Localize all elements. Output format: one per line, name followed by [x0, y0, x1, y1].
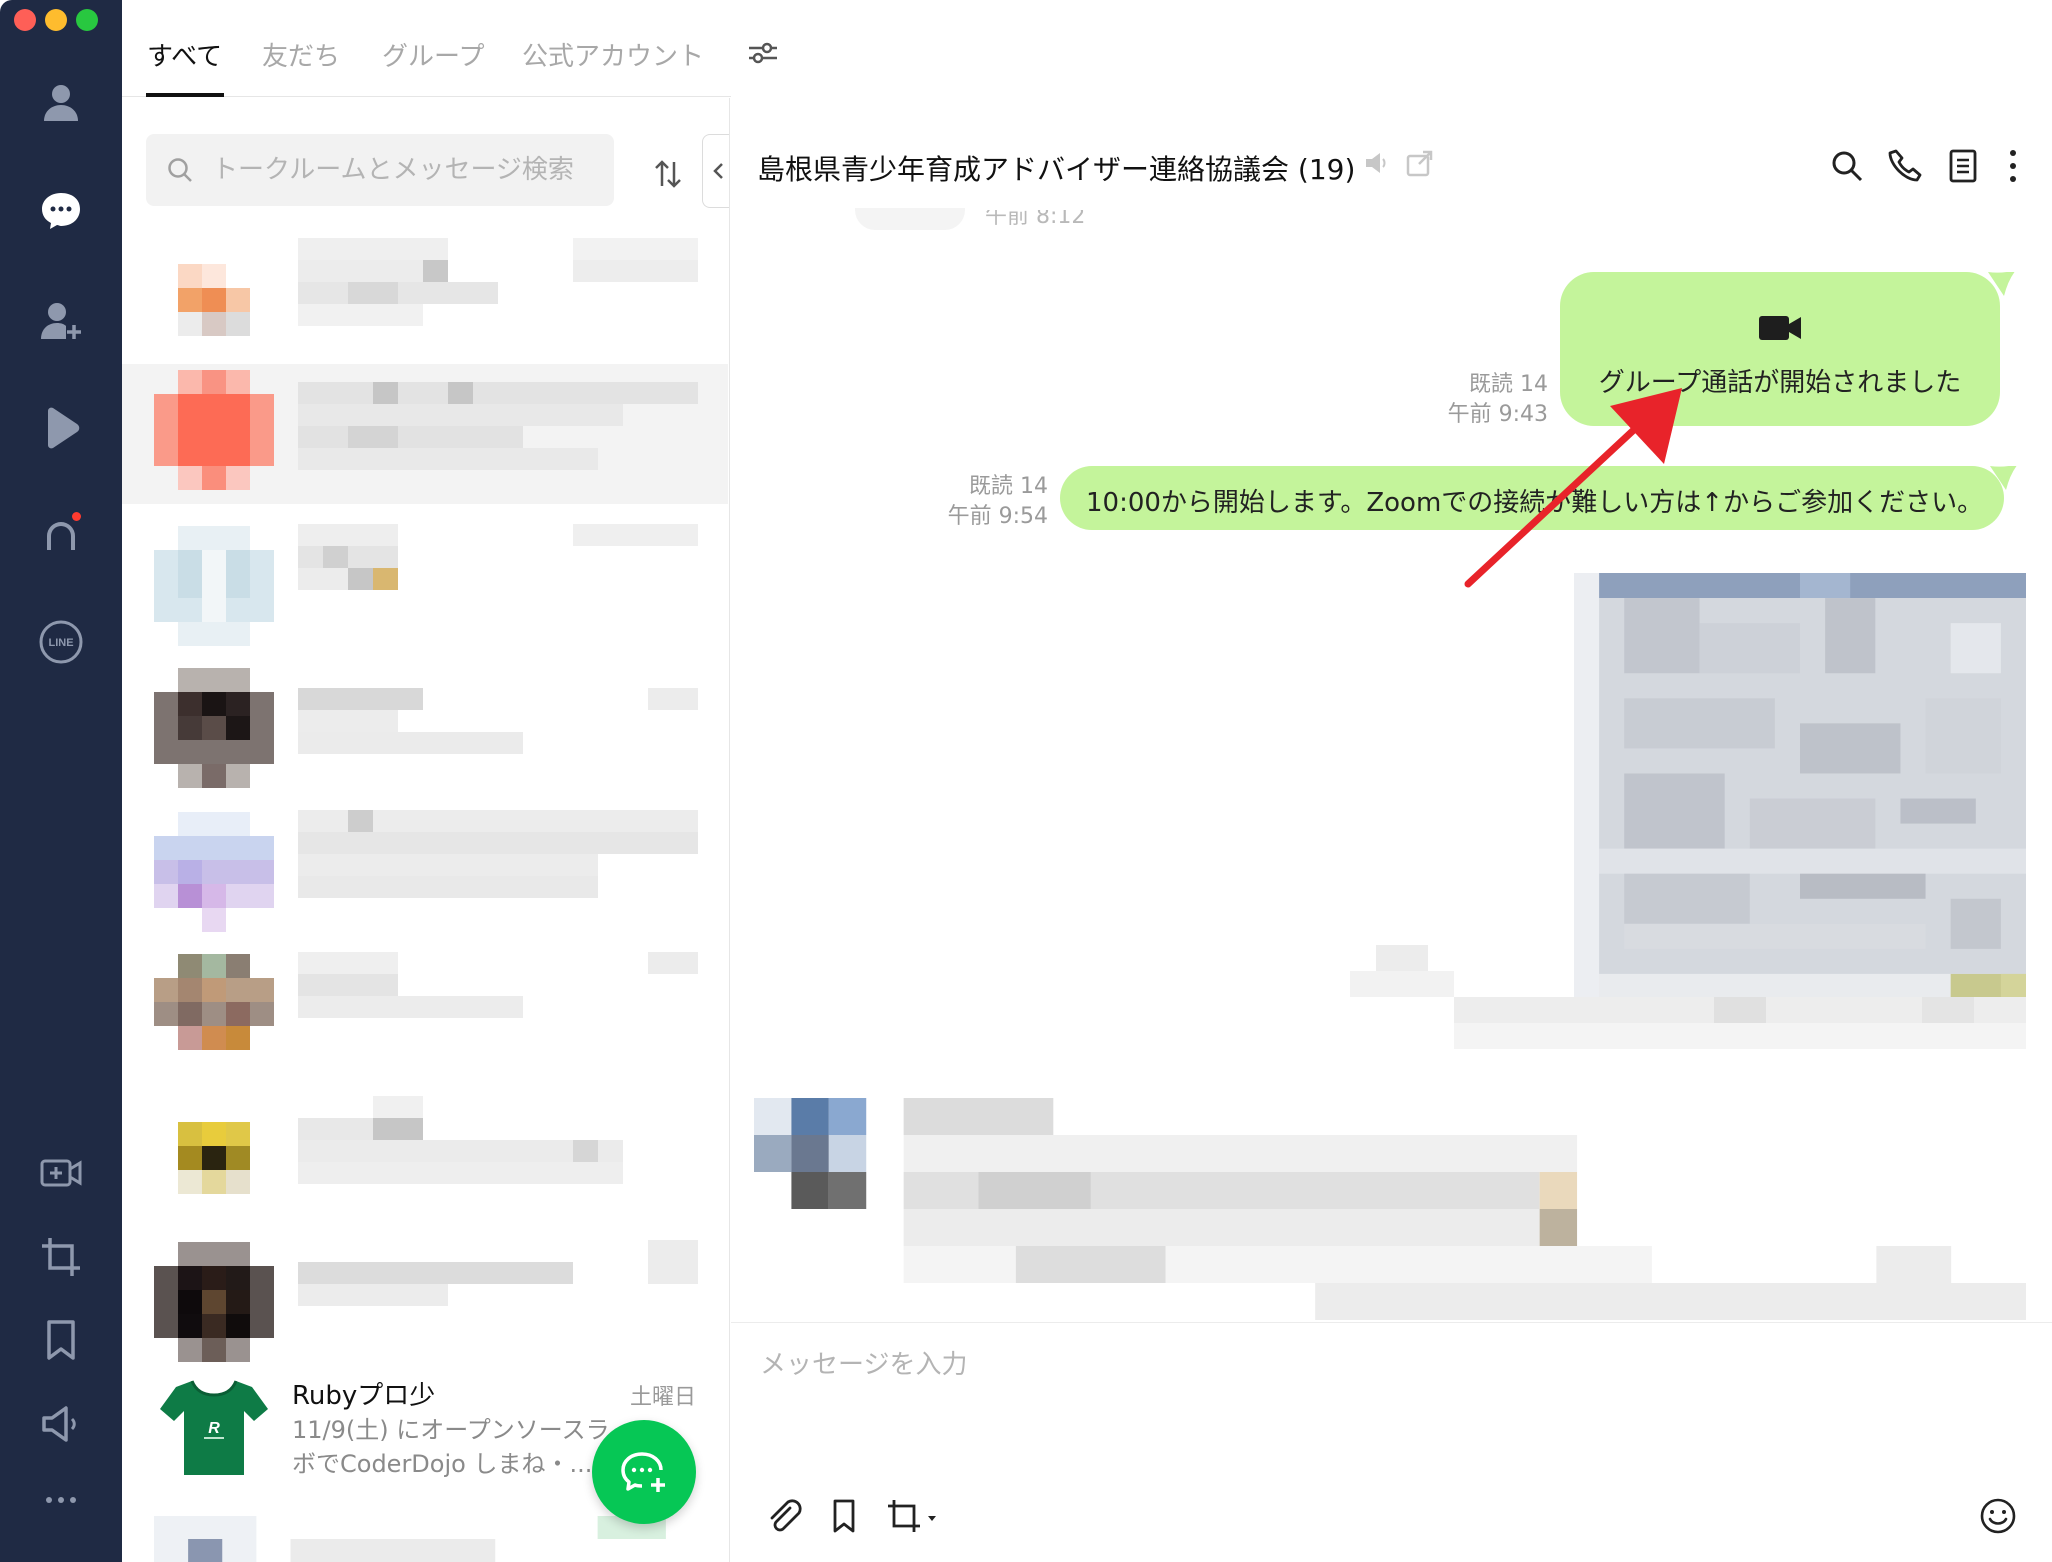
blurred-message-preview: [298, 810, 698, 898]
composer-divider: [731, 1322, 2052, 1323]
sort-icon[interactable]: [652, 158, 684, 190]
chat-name: Rubyプロ少: [292, 1381, 436, 1411]
message-input[interactable]: [760, 1340, 2000, 1390]
popout-window-icon[interactable]: [1405, 150, 1435, 178]
list-tabs: すべて 友だち グループ 公式アカウント: [122, 0, 777, 97]
new-chat-icon: [621, 1452, 665, 1492]
search-box: [146, 134, 614, 206]
tab-official[interactable]: 公式アカウント: [522, 36, 704, 73]
play-icon[interactable]: [33, 400, 89, 456]
clipped-previous-bubble: [855, 208, 965, 230]
screenshot-icon[interactable]: [33, 1229, 89, 1285]
keep-bookmark-icon[interactable]: [824, 1496, 864, 1536]
blurred-chat-row: [154, 1516, 666, 1562]
blurred-message-preview: [298, 1096, 623, 1184]
bubble-tail: [1990, 466, 2017, 490]
screenshot-dropdown-icon[interactable]: [884, 1496, 940, 1536]
video-camera-icon: [1759, 316, 1801, 340]
bubble-tail: [1988, 272, 2015, 296]
blurred-avatar: [154, 526, 274, 646]
collapse-list-button[interactable]: [702, 134, 729, 208]
video-call-icon[interactable]: [33, 1145, 89, 1201]
minimize-window-button[interactable]: [45, 9, 67, 31]
blurred-area: [1350, 945, 2026, 1049]
tab-all[interactable]: すべて: [147, 36, 222, 73]
nav-rail: LINE: [0, 0, 122, 1562]
more-options-icon[interactable]: [1993, 146, 2033, 186]
blurred-message-preview: [298, 952, 698, 1018]
blurred-image-message[interactable]: [1574, 573, 2026, 999]
blurred-message-preview: [298, 1240, 698, 1306]
blurred-message-preview: [298, 382, 698, 470]
svg-text:LINE: LINE: [48, 637, 73, 649]
group-call-bubble[interactable]: グループ通話が開始されました: [1560, 272, 2000, 426]
blurred-message-preview: [298, 238, 698, 326]
openchat-icon[interactable]: [33, 508, 89, 564]
active-tab-indicator: [146, 93, 224, 97]
mute-speaker-icon[interactable]: [1363, 150, 1391, 176]
message-time: 午前 9:43: [1447, 402, 1548, 427]
phone-call-icon[interactable]: [1885, 146, 1925, 186]
announcement-icon[interactable]: [33, 1396, 89, 1452]
chat-list-panel: R Rubyプロ少 土曜日 11/9(土) にオープンソースラボでCoderDo…: [122, 98, 730, 1562]
chat-header: 島根県青少年育成アドバイザー連絡協議会 (19): [731, 0, 2052, 210]
chat-icon[interactable]: [33, 182, 89, 238]
clipped-timestamp: 午前 8:12: [985, 210, 1086, 229]
blurred-message-preview: [298, 524, 698, 590]
zoom-window-button[interactable]: [76, 9, 98, 31]
new-chat-button[interactable]: [592, 1420, 696, 1524]
blurred-message-preview: [298, 688, 698, 754]
blurred-avatar: [154, 954, 274, 1050]
blurred-avatar: [154, 812, 274, 932]
close-window-button[interactable]: [14, 9, 36, 31]
keep-icon[interactable]: [33, 1312, 89, 1368]
blurred-avatar: [154, 668, 274, 788]
window-controls: [14, 9, 98, 31]
chat-list-item[interactable]: [122, 648, 728, 788]
blurred-avatar: [178, 264, 250, 336]
search-input[interactable]: [212, 155, 592, 185]
add-friend-icon[interactable]: [33, 292, 89, 348]
attachment-icon[interactable]: [764, 1496, 804, 1536]
blurred-avatar: [178, 1122, 250, 1194]
read-count: 既読 14: [1469, 372, 1548, 397]
person-icon[interactable]: [33, 74, 89, 130]
blurred-avatar: [154, 370, 274, 490]
chat-list-item[interactable]: [122, 506, 728, 646]
read-count: 既読 14: [969, 474, 1048, 499]
tshirt-avatar: R: [160, 1380, 268, 1475]
chevron-left-icon: [712, 163, 723, 179]
chat-list-item[interactable]: [122, 1078, 728, 1218]
blurred-incoming-message: [754, 1098, 2026, 1320]
text-message-bubble[interactable]: 10:00から開始します。Zoomでの接続が難しい方は↑からご参加ください。: [1060, 466, 2004, 530]
notes-icon[interactable]: [1943, 146, 1983, 186]
search-icon[interactable]: [1827, 146, 1867, 186]
title-icons: [1363, 150, 1435, 178]
chat-list-item[interactable]: [122, 220, 728, 360]
svg-text:R: R: [208, 1420, 220, 1437]
emoji-icon[interactable]: [1978, 1496, 2018, 1536]
message-meta: 既読 14 午前 9:54: [880, 472, 1048, 532]
chat-room-title: 島根県青少年育成アドバイザー連絡協議会 (19): [757, 153, 1356, 186]
line-icon[interactable]: LINE: [33, 614, 89, 670]
chat-list-item[interactable]: [122, 792, 728, 932]
group-call-text: グループ通話が開始されました: [1598, 368, 1962, 398]
message-time: 午前 9:54: [947, 504, 1048, 529]
chat-list-item[interactable]: [122, 1222, 728, 1362]
chat-list-item[interactable]: [122, 934, 728, 1074]
chat-preview: 11/9(土) にオープンソースラボでCoderDojo しまね・...: [292, 1416, 610, 1478]
tab-groups[interactable]: グループ: [382, 36, 484, 73]
notification-dot: [72, 512, 81, 521]
chat-date: 土曜日: [629, 1385, 696, 1410]
chat-list-item-selected[interactable]: [122, 364, 728, 504]
blurred-avatar: [154, 1242, 274, 1362]
search-icon: [168, 158, 192, 182]
more-icon[interactable]: [33, 1472, 89, 1528]
tab-friends[interactable]: 友だち: [262, 36, 340, 73]
message-meta: 既読 14 午前 9:43: [1380, 370, 1548, 430]
